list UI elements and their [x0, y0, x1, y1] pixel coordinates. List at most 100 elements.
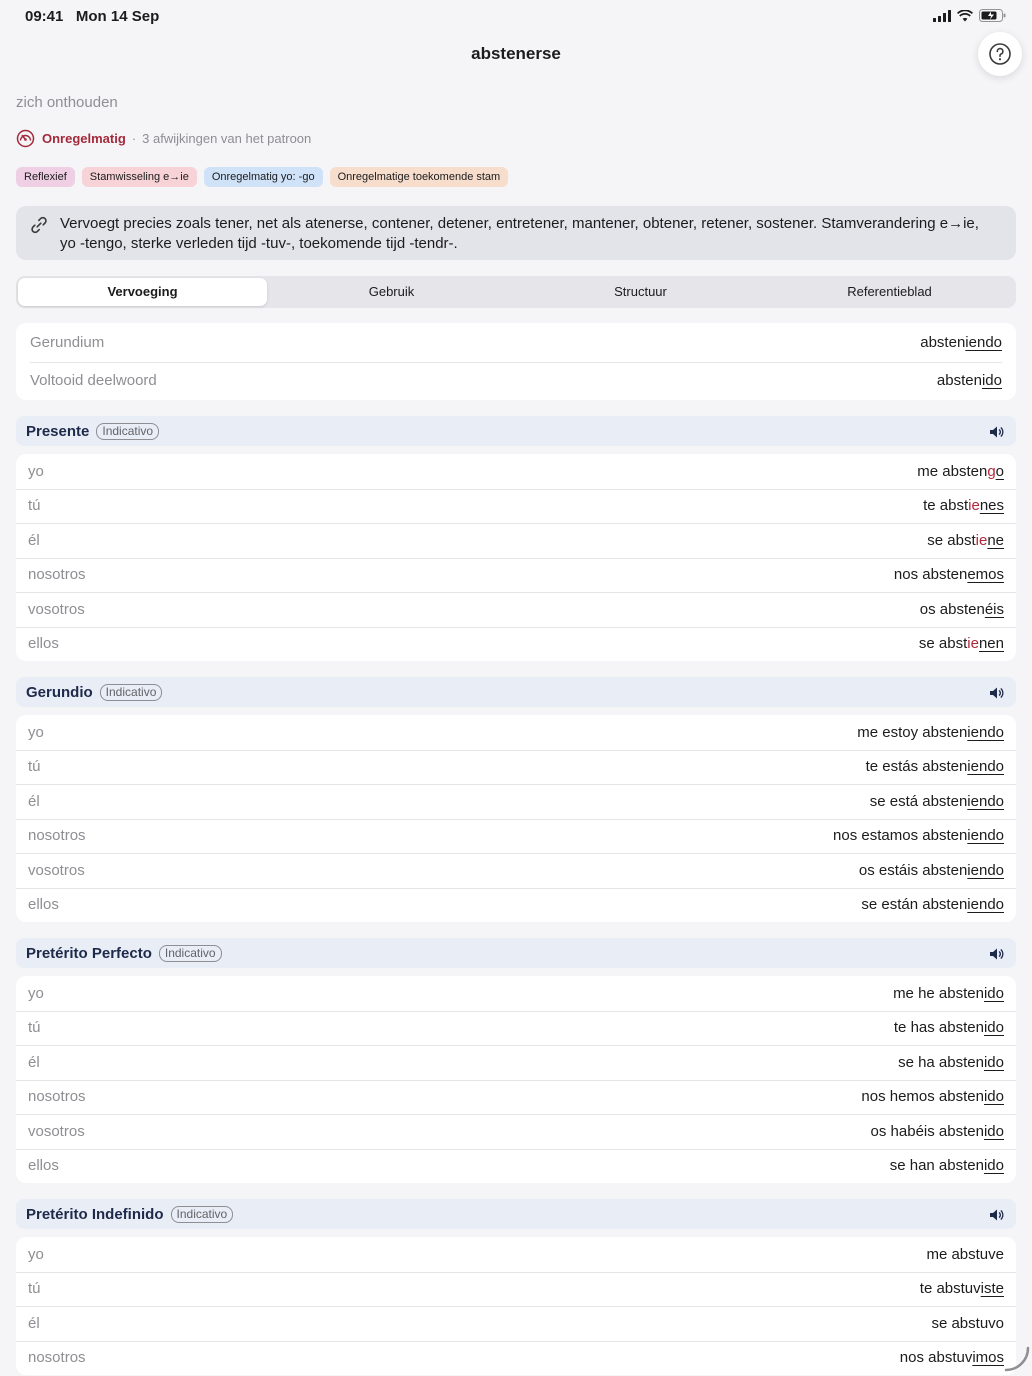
verb-stem: os absten: [919, 600, 985, 618]
tense-title: Gerundio: [26, 683, 93, 701]
verb-ending: iste: [980, 1280, 1004, 1298]
verb-form: me abstengo: [917, 463, 1004, 480]
wifi-icon: [957, 9, 973, 21]
pronoun-label: él: [28, 531, 40, 549]
tense-card: yo me abstuve tú te abstuviste él se abstuvo n…: [16, 1237, 1016, 1375]
conjugation-row: yo me he abstenido: [16, 976, 1016, 1011]
form-label: Voltooid deelwoord: [30, 372, 157, 390]
irregularity-label: Onregelmatig: [42, 131, 126, 146]
verb-form: te estás absteniendo: [866, 758, 1004, 775]
tab-vervoeging[interactable]: Vervoeging: [18, 278, 267, 306]
speaker-icon[interactable]: [990, 686, 1004, 704]
verb-form: se abstuvo: [931, 1315, 1004, 1332]
verb-stem: te estás absten: [865, 758, 968, 776]
verb-stem: te has absten: [893, 1019, 984, 1037]
verb-form: os abstenéis: [920, 601, 1004, 618]
conjugation-row: yo me abstuve: [16, 1237, 1016, 1272]
status-icons: [933, 9, 1006, 22]
page-title: abstenerse: [471, 44, 561, 63]
verb-form: se abstienen: [919, 635, 1004, 652]
scroll-indicator[interactable]: [1004, 1346, 1030, 1372]
battery-icon: [979, 9, 1006, 22]
status-date: Mon 14 Sep: [75, 8, 160, 25]
conjugation-row: él se abstuvo: [16, 1306, 1016, 1341]
gauge-icon: [16, 129, 35, 148]
verb-form: me abstuve: [926, 1246, 1004, 1263]
pronoun-label: nosotros: [28, 827, 86, 845]
verb-ending: nes: [979, 497, 1004, 515]
tense-header: Pretérito Indefinido Indicativo: [16, 1199, 1016, 1229]
verb-stem: nos abstuv: [899, 1349, 973, 1367]
tense-header: Pretérito Perfecto Indicativo: [16, 938, 1016, 968]
irregularity-row: Onregelmatig · 3 afwijkingen van het pat…: [16, 129, 311, 148]
pronoun-label: yo: [28, 984, 44, 1002]
help-button[interactable]: [978, 32, 1022, 76]
stem-change: ie: [975, 531, 988, 549]
speaker-icon[interactable]: [990, 947, 1004, 965]
verb-stem: se han absten: [889, 1157, 984, 1175]
verb-form: se abstiene: [927, 532, 1004, 549]
tense-header: Gerundio Indicativo: [16, 677, 1016, 707]
verb-form: se están absteniendo: [861, 896, 1004, 913]
verb-ending: ido: [983, 1088, 1004, 1106]
conjugation-row: tú te has abstenido: [16, 1010, 1016, 1046]
verb-form: nos estamos absteniendo: [833, 827, 1004, 844]
pronoun-label: él: [28, 1053, 40, 1071]
verb-ending: iendo: [967, 827, 1004, 845]
verb-form: te has abstenido: [894, 1019, 1004, 1036]
mood-badge: Indicativo: [170, 1205, 234, 1223]
verb-stem: se abst: [918, 635, 968, 653]
verb-ending: imos: [972, 1349, 1004, 1367]
conjugation-row: vosotros os abstenéis: [16, 592, 1016, 627]
speaker-icon[interactable]: [990, 1208, 1004, 1226]
verb-form: os habéis abstenido: [871, 1123, 1004, 1140]
conjugation-row: ellos se han abstenido: [16, 1148, 1016, 1184]
conjugation-row: él se abstiene: [16, 523, 1016, 558]
verb-stem: absten: [936, 372, 982, 390]
verb-form: te abstienes: [923, 497, 1004, 514]
verb-stem: me he absten: [893, 984, 984, 1002]
pronoun-label: ellos: [28, 896, 59, 914]
stem-change: g: [987, 462, 996, 480]
tag-list: Reflexief Stamwisseling e→ie Onregelmatig …: [16, 167, 509, 187]
conjugation-row: ellos se abstienen: [16, 626, 1016, 662]
verb-stem: nos hemos absten: [861, 1088, 984, 1106]
verb-form: se ha abstenido: [898, 1054, 1004, 1071]
verb-stem: se están absten: [861, 896, 968, 914]
conjugation-row: él se ha abstenido: [16, 1045, 1016, 1080]
verb-ending: ido: [983, 1122, 1004, 1140]
tense-card: yo me estoy absteniendo tú te estás absteni…: [16, 715, 1016, 922]
conjugation-row: nosotros nos abstenemos: [16, 557, 1016, 593]
pronoun-label: nosotros: [28, 1088, 86, 1106]
verb-form: me he abstenido: [893, 985, 1004, 1002]
pronoun-label: vosotros: [28, 861, 85, 879]
info-text: Vervoegt precies zoals tener, net als at…: [60, 215, 979, 252]
verb-form: abstenido: [937, 372, 1002, 389]
status-time: 09:41 Mon 14 Sep: [25, 8, 159, 25]
tab-gebruik[interactable]: Gebruik: [267, 278, 516, 306]
tag-badge: Reflexief: [16, 167, 75, 187]
stem-change: ie: [968, 497, 980, 515]
status-bar: 09:41 Mon 14 Sep: [0, 0, 1032, 32]
pronoun-label: vosotros: [28, 600, 85, 618]
info-box: Vervoegt precies zoals tener, net als at…: [16, 206, 1016, 260]
signal-icon: [933, 9, 951, 22]
verb-ending: ne: [987, 531, 1004, 549]
tense-title: Pretérito Indefinido: [26, 1205, 164, 1223]
verb-stem: se abst: [927, 531, 976, 549]
tab-structuur[interactable]: Structuur: [516, 278, 765, 306]
speaker-icon[interactable]: [990, 425, 1004, 443]
help-icon: [989, 43, 1011, 65]
stem-change: ie: [967, 635, 979, 653]
pronoun-label: yo: [28, 1245, 44, 1263]
conjugation-row: vosotros os habéis abstenido: [16, 1114, 1016, 1149]
pronoun-label: él: [28, 1314, 40, 1332]
verb-stem: se está absten: [869, 792, 968, 810]
verb-form: nos hemos abstenido: [861, 1088, 1004, 1105]
tab-referentieblad[interactable]: Referentieblad: [765, 278, 1014, 306]
verb-form: se está absteniendo: [870, 793, 1004, 810]
verb-stem: os habéis absten: [870, 1122, 984, 1140]
verb-ending: nen: [978, 635, 1004, 653]
conjugation-row: yo me estoy absteniendo: [16, 715, 1016, 750]
nonfinite-row: Voltooid deelwoord abstenido: [16, 361, 1016, 401]
